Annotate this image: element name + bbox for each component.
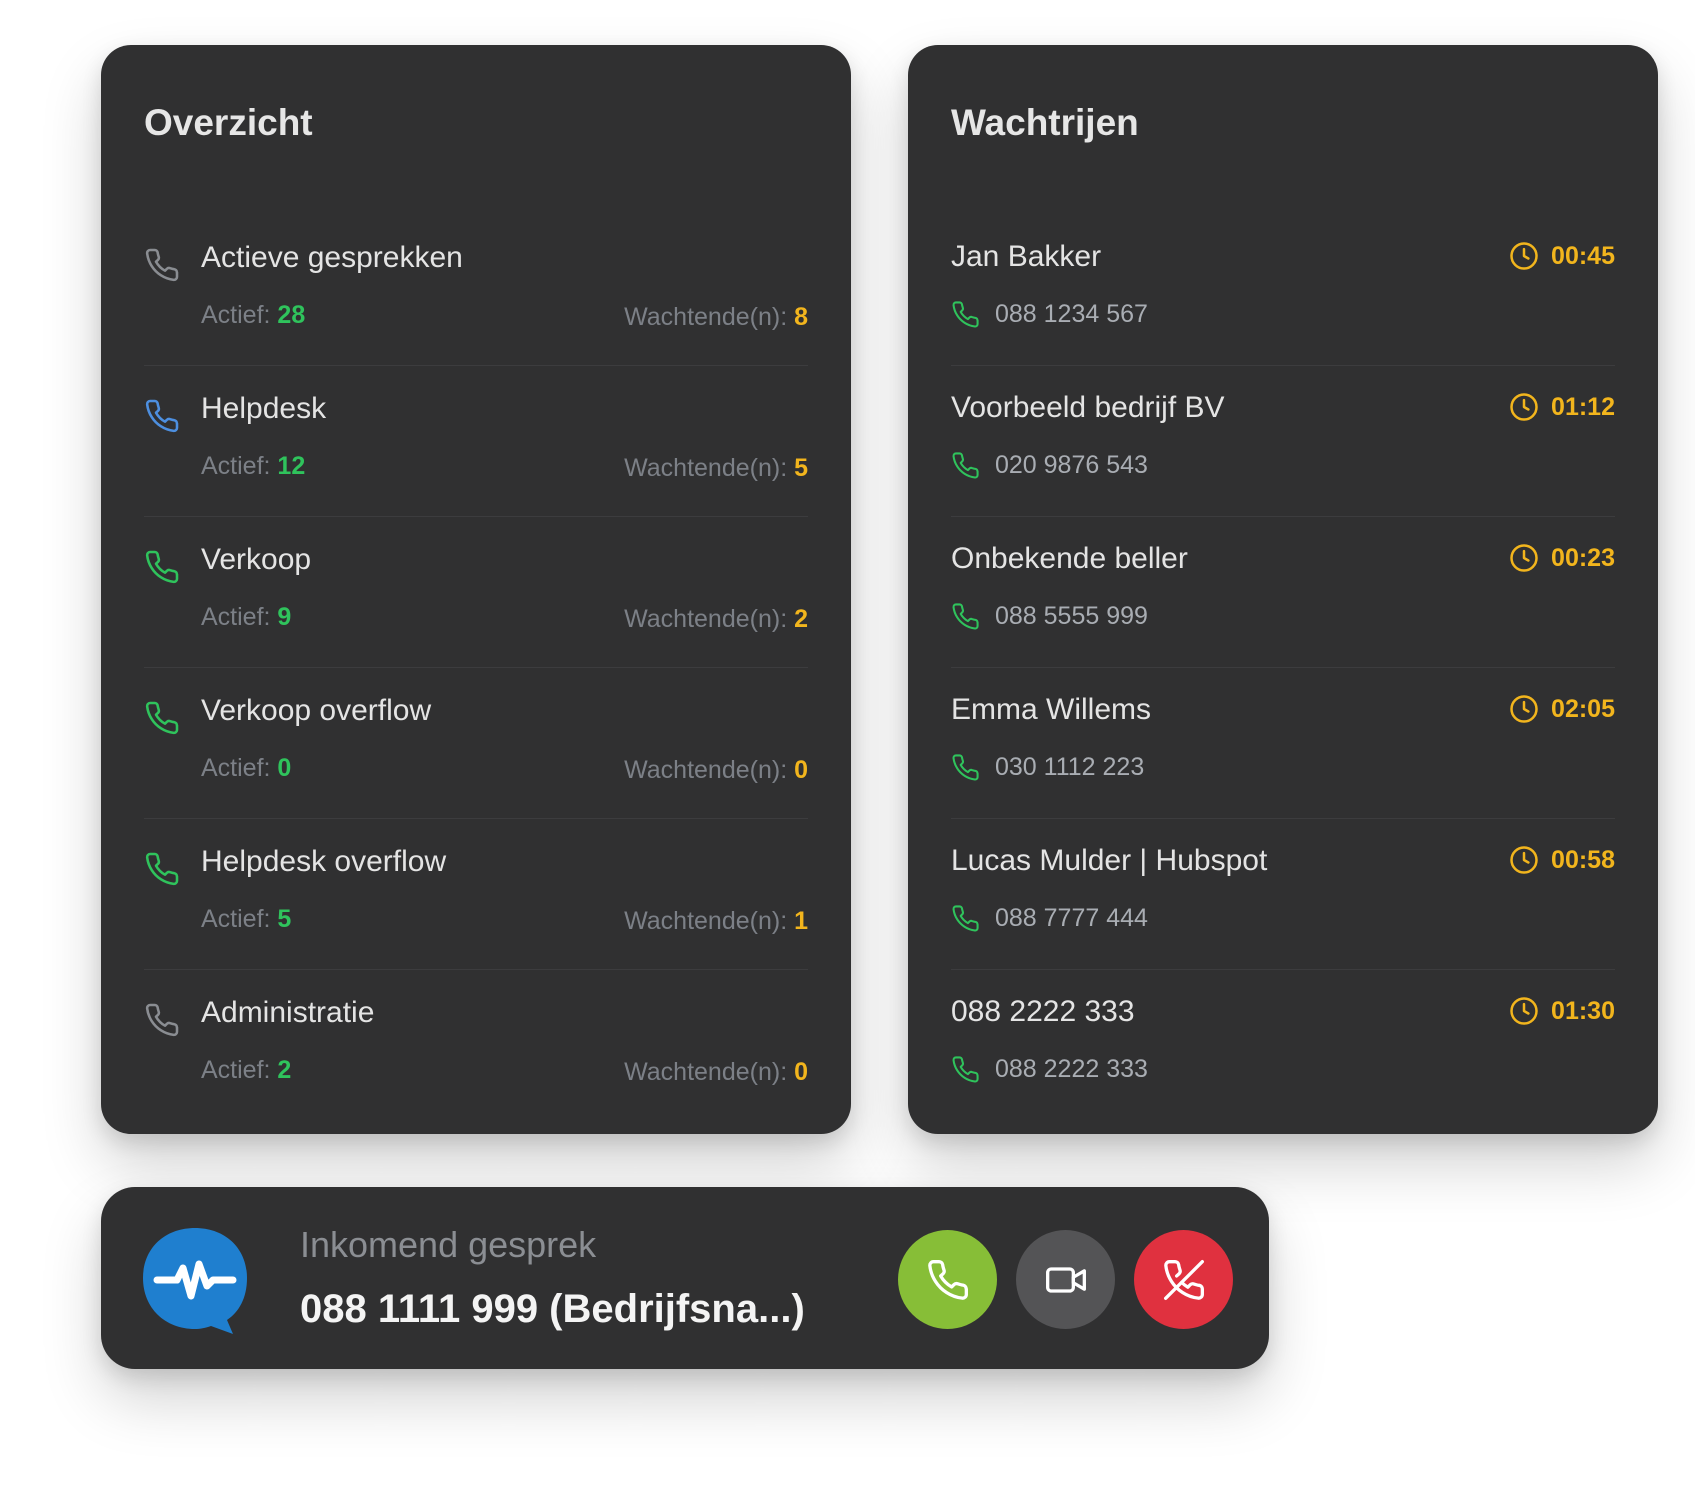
phone-icon — [952, 754, 979, 781]
clock-icon — [1510, 695, 1538, 723]
phone-icon — [145, 1003, 179, 1037]
active-count: Actief: 12 — [201, 452, 306, 480]
caller-name: Lucas Mulder | Hubspot — [951, 844, 1268, 877]
clock-icon — [1510, 242, 1538, 270]
queue-row[interactable]: Lucas Mulder | Hubspot 00:58 088 7777 444 — [951, 819, 1615, 970]
overview-title: Overzicht — [144, 102, 313, 143]
wait-time: 00:58 — [1509, 845, 1615, 875]
phone-icon — [145, 399, 179, 433]
overview-row-name: Helpdesk overflow — [201, 845, 447, 878]
phone-icon — [927, 1259, 968, 1300]
phone-icon — [952, 301, 979, 328]
caller-phone: 088 5555 999 — [951, 602, 1148, 631]
decline-call-button[interactable] — [1134, 1230, 1233, 1329]
incoming-call-bar: Inkomend gesprek 088 1111 999 (Bedrijfsn… — [101, 1187, 1269, 1369]
overview-row[interactable]: Helpdesk Actief: 12 Wachtende(n): 5 — [144, 366, 808, 517]
video-call-button[interactable] — [1016, 1230, 1115, 1329]
video-camera-icon — [1045, 1266, 1086, 1293]
queues-title: Wachtrijen — [951, 102, 1139, 143]
active-count: Actief: 2 — [201, 1056, 292, 1084]
caller-name: Jan Bakker — [951, 240, 1102, 273]
waiting-count: Wachtende(n): 0 — [624, 756, 808, 784]
wait-time: 00:45 — [1509, 241, 1615, 271]
queue-list: Jan Bakker 00:45 088 1234 567 Voorbeeld bed… — [951, 215, 1615, 1121]
phone-icon — [952, 452, 979, 479]
overview-row[interactable]: Verkoop overflow Actief: 0 Wachtende(n): 0 — [144, 668, 808, 819]
phone-icon — [952, 905, 979, 932]
caller-name: Onbekende beller — [951, 542, 1188, 575]
phone-off-icon — [1163, 1259, 1204, 1300]
caller-phone: 088 1234 567 — [951, 300, 1148, 329]
caller-phone: 030 1112 223 — [951, 753, 1144, 782]
overview-row[interactable]: Actieve gesprekken Actief: 28 Wachtende(n)… — [144, 215, 808, 366]
active-count: Actief: 0 — [201, 754, 292, 782]
overview-list: Actieve gesprekken Actief: 28 Wachtende(n)… — [144, 215, 808, 1121]
wait-time: 02:05 — [1509, 694, 1615, 724]
phone-icon — [952, 1056, 979, 1083]
overview-row-name: Verkoop overflow — [201, 694, 432, 727]
waveform-chat-icon — [139, 1224, 251, 1336]
caller-phone: 088 7777 444 — [951, 904, 1148, 933]
overview-row[interactable]: Verkoop Actief: 9 Wachtende(n): 2 — [144, 517, 808, 668]
caller-phone: 088 2222 333 — [951, 1055, 1148, 1084]
overview-row-name: Actieve gesprekken — [201, 241, 463, 274]
wait-time: 00:23 — [1509, 543, 1615, 573]
active-count: Actief: 9 — [201, 603, 292, 631]
incoming-call-label: Inkomend gesprek — [300, 1224, 597, 1265]
queue-row[interactable]: 088 2222 333 01:30 088 2222 333 — [951, 970, 1615, 1121]
active-count: Actief: 28 — [201, 301, 306, 329]
queue-row[interactable]: Jan Bakker 00:45 088 1234 567 — [951, 215, 1615, 366]
clock-icon — [1510, 997, 1538, 1025]
clock-icon — [1510, 393, 1538, 421]
caller-name: Emma Willems — [951, 693, 1151, 726]
caller-phone: 020 9876 543 — [951, 451, 1148, 480]
clock-icon — [1510, 846, 1538, 874]
waiting-count: Wachtende(n): 1 — [624, 907, 808, 935]
clock-icon — [1510, 544, 1538, 572]
overview-row[interactable]: Helpdesk overflow Actief: 5 Wachtende(n): … — [144, 819, 808, 970]
queue-row[interactable]: Emma Willems 02:05 030 1112 223 — [951, 668, 1615, 819]
overview-row-name: Administratie — [201, 996, 375, 1029]
waiting-count: Wachtende(n): 0 — [624, 1058, 808, 1086]
queue-row[interactable]: Onbekende beller 00:23 088 5555 999 — [951, 517, 1615, 668]
wait-time: 01:30 — [1509, 996, 1615, 1026]
overview-row-name: Helpdesk — [201, 392, 327, 425]
caller-name: Voorbeeld bedrijf BV — [951, 391, 1225, 424]
active-count: Actief: 5 — [201, 905, 292, 933]
wait-time: 01:12 — [1509, 392, 1615, 422]
queue-row[interactable]: Voorbeeld bedrijf BV 01:12 020 9876 543 — [951, 366, 1615, 517]
overview-row[interactable]: Administratie Actief: 2 Wachtende(n): 0 — [144, 970, 808, 1121]
caller-name: 088 2222 333 — [951, 995, 1135, 1028]
phone-icon — [145, 248, 179, 282]
phone-icon — [145, 701, 179, 735]
accept-call-button[interactable] — [898, 1230, 997, 1329]
waiting-count: Wachtende(n): 5 — [624, 454, 808, 482]
phone-icon — [952, 603, 979, 630]
phone-icon — [145, 550, 179, 584]
overview-panel: Overzicht Actieve gesprekken Actief: 28 Wa… — [101, 45, 851, 1134]
phone-icon — [145, 852, 179, 886]
waiting-count: Wachtende(n): 8 — [624, 303, 808, 331]
incoming-caller-number: 088 1111 999 (Bedrijfsna...) — [300, 1287, 805, 1331]
queues-panel: Wachtrijen Jan Bakker 00:45 088 1234 567 Vo… — [908, 45, 1658, 1134]
overview-row-name: Verkoop — [201, 543, 312, 576]
waiting-count: Wachtende(n): 2 — [624, 605, 808, 633]
